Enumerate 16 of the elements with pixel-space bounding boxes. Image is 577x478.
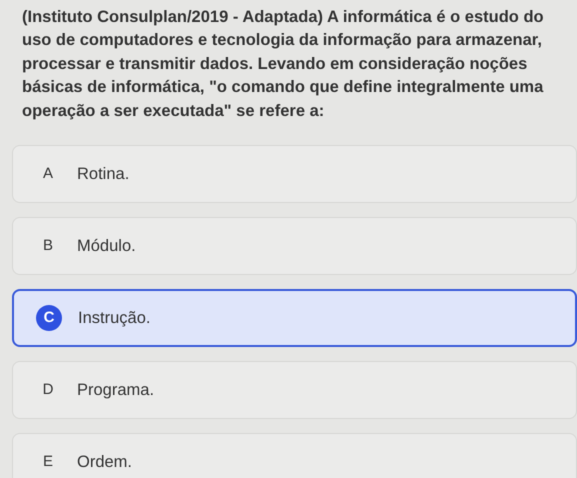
option-text: Programa.: [77, 380, 154, 401]
option-letter: E: [42, 452, 54, 472]
option-letter: A: [42, 164, 54, 184]
answer-option[interactable]: D Programa.: [12, 361, 577, 420]
answer-option[interactable]: A Rotina.: [12, 145, 577, 204]
option-text: Instrução.: [78, 308, 150, 329]
option-text: Ordem.: [77, 452, 132, 473]
question-text: (Instituto Consulplan/2019 - Adaptada) A informática é o estudo do uso de computadores e tecnologia da informação para armazenar, processar e transmitir dados. Levando em consideração noções básicas de informática, "o comando que define integralmente uma operação a ser executada" se refere a:: [21, 7, 545, 122]
option-letter: C: [36, 305, 62, 332]
option-text: Rotina.: [77, 164, 130, 185]
option-text: Módulo.: [77, 236, 136, 257]
answer-option[interactable]: C Instrução.: [12, 289, 577, 348]
option-letter: B: [42, 236, 54, 256]
option-letter: D: [42, 380, 54, 400]
answer-option[interactable]: E Ordem.: [12, 433, 577, 478]
answer-option[interactable]: B Módulo.: [12, 217, 577, 276]
